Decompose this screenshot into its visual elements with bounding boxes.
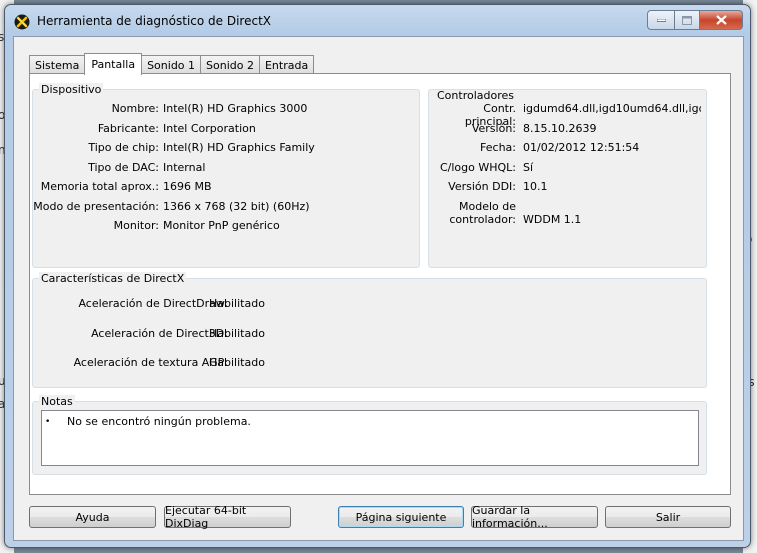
value-directdraw: Habilitado bbox=[209, 297, 265, 310]
group-caracteristicas-directx: Características de DirectX Aceleración d… bbox=[32, 272, 707, 388]
label-memoria-total: Memoria total aprox.: bbox=[40, 180, 159, 193]
tab-panel-pantalla: Dispositivo Nombre: Intel(R) HD Graphics… bbox=[29, 73, 731, 495]
value-nombre: Intel(R) HD Graphics 3000 bbox=[163, 102, 308, 115]
group-title-caracteristicas: Características de DirectX bbox=[39, 272, 187, 285]
directx-icon bbox=[14, 14, 30, 30]
run-64bit-dxdiag-button[interactable]: Ejecutar 64-bit DixDiag bbox=[164, 504, 291, 530]
minimize-icon bbox=[656, 18, 666, 22]
label-tipo-de-chip: Tipo de chip: bbox=[88, 141, 159, 154]
label-fabricante: Fabricante: bbox=[97, 122, 159, 135]
value-fabricante: Intel Corporation bbox=[163, 122, 256, 135]
label-tipo-de-dac: Tipo de DAC: bbox=[88, 161, 159, 174]
tab-sistema[interactable]: Sistema bbox=[29, 55, 86, 74]
label-monitor: Monitor: bbox=[113, 219, 159, 232]
close-button[interactable] bbox=[700, 10, 743, 30]
label-modo-de-presentacion: Modo de presentación: bbox=[33, 200, 159, 213]
value-tipo-de-dac: Internal bbox=[163, 161, 206, 174]
value-direct3d: Habilitado bbox=[209, 327, 265, 340]
dxdiag-window: Herramienta de diagnóstico de DirectX Si… bbox=[4, 4, 751, 548]
group-title-controladores: Controladores bbox=[435, 89, 516, 102]
label-modelo-linea-1: Modelo de bbox=[458, 200, 516, 213]
tab-sonido-1[interactable]: Sonido 1 bbox=[141, 55, 202, 74]
value-tipo-de-chip: Intel(R) HD Graphics Family bbox=[163, 141, 315, 154]
label-version-ddi: Versión DDI: bbox=[448, 180, 516, 193]
tab-sonido-2[interactable]: Sonido 2 bbox=[200, 55, 260, 74]
maximize-icon bbox=[682, 15, 692, 25]
save-info-button[interactable]: Guardar la información... bbox=[471, 504, 598, 530]
tab-pantalla[interactable]: Pantalla bbox=[84, 53, 143, 75]
label-directdraw: Aceleración de DirectDraw: bbox=[78, 297, 228, 310]
close-icon bbox=[715, 15, 727, 25]
label-fecha: Fecha: bbox=[480, 141, 516, 154]
value-modelo-controlador: WDDM 1.1 bbox=[523, 213, 582, 226]
help-button[interactable]: Ayuda bbox=[29, 506, 156, 528]
maximize-button[interactable] bbox=[675, 10, 700, 30]
group-title-dispositivo: Dispositivo bbox=[39, 83, 104, 96]
tab-entrada[interactable]: Entrada bbox=[258, 55, 315, 74]
value-whql: Sí bbox=[523, 161, 534, 174]
group-title-notas: Notas bbox=[39, 395, 75, 408]
dialog-client-area: Sistema Pantalla Sonido 1 Sonido 2 Entra… bbox=[13, 36, 744, 541]
label-modelo-linea-2: controlador: bbox=[449, 213, 516, 226]
label-direct3d: Aceleración de Direct3D: bbox=[91, 327, 228, 340]
value-memoria-total: 1696 MB bbox=[163, 180, 212, 193]
value-contr-principal: igdumd64.dll,igd10umd64.dll,igd10um bbox=[523, 102, 701, 115]
group-dispositivo: Dispositivo Nombre: Intel(R) HD Graphics… bbox=[32, 83, 420, 268]
group-controladores: Controladores Contr. principal: igdumd64… bbox=[428, 89, 707, 268]
tab-strip: Sistema Pantalla Sonido 1 Sonido 2 Entra… bbox=[29, 53, 315, 75]
label-textura-agp: Aceleración de textura AGP: bbox=[73, 356, 228, 369]
value-version: 8.15.10.2639 bbox=[523, 122, 597, 135]
value-modo-de-presentacion: 1366 x 768 (32 bit) (60Hz) bbox=[163, 200, 310, 213]
label-version: Versión: bbox=[471, 122, 516, 135]
label-whql: C/logo WHQL: bbox=[439, 161, 516, 174]
window-title: Herramienta de diagnóstico de DirectX bbox=[37, 14, 271, 28]
title-bar[interactable]: Herramienta de diagnóstico de DirectX bbox=[5, 5, 750, 37]
notes-bullet: • bbox=[45, 417, 51, 427]
next-page-button[interactable]: Página siguiente bbox=[338, 506, 464, 528]
minimize-button[interactable] bbox=[647, 10, 675, 30]
notes-item: No se encontró ningún problema. bbox=[67, 415, 251, 428]
notes-textbox[interactable]: • No se encontró ningún problema. bbox=[41, 410, 699, 466]
value-version-ddi: 10.1 bbox=[523, 180, 548, 193]
value-fecha: 01/02/2012 12:51:54 bbox=[523, 141, 640, 154]
exit-button[interactable]: Salir bbox=[605, 506, 731, 528]
value-textura-agp: Habilitado bbox=[209, 356, 265, 369]
group-notas: Notas • No se encontró ningún problema. bbox=[32, 395, 707, 475]
value-monitor: Monitor PnP genérico bbox=[163, 219, 280, 232]
label-nombre: Nombre: bbox=[111, 102, 159, 115]
